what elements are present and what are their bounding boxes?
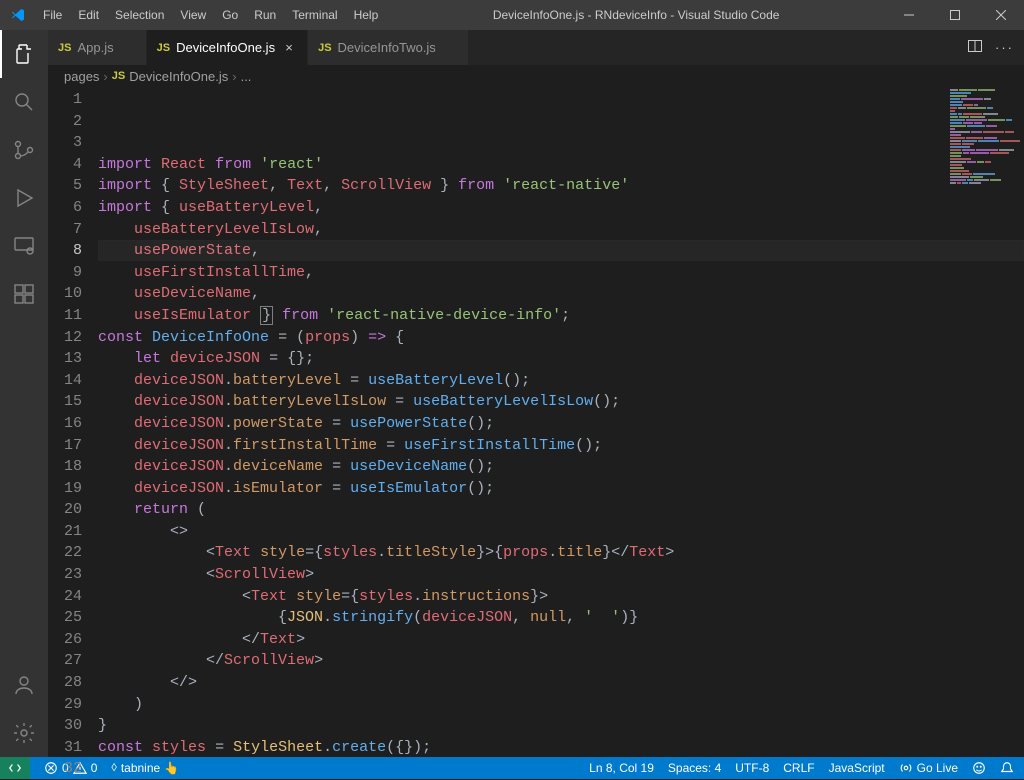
menu-go[interactable]: Go [214,0,246,30]
code-content[interactable]: import React from 'react'import { StyleS… [98,87,1024,757]
settings-gear-icon[interactable] [0,709,48,757]
cursor-position[interactable]: Ln 8, Col 19 [589,761,654,775]
code-line[interactable]: deviceJSON.batteryLevel = useBatteryLeve… [98,370,1024,392]
breadcrumb-file[interactable]: DeviceInfoOne.js [129,69,228,84]
js-file-icon: JS [112,70,125,82]
code-line[interactable]: deviceJSON.deviceName = useDeviceName(); [98,456,1024,478]
code-line[interactable]: deviceJSON.powerState = usePowerState(); [98,413,1024,435]
code-line[interactable]: <Text style={styles.instructions}> [98,586,1024,608]
code-line[interactable]: <ScrollView> [98,564,1024,586]
minimize-button[interactable] [886,0,932,30]
vscode-logo-icon [0,7,35,23]
titlebar: FileEditSelectionViewGoRunTerminalHelp D… [0,0,1024,30]
code-line[interactable]: import { StyleSheet, Text, ScrollView } … [98,175,1024,197]
menu-help[interactable]: Help [346,0,387,30]
breadcrumbs[interactable]: pages › JS DeviceInfoOne.js › ... [48,65,1024,87]
split-editor-icon[interactable] [967,38,983,57]
tab-label: DeviceInfoTwo.js [338,40,436,55]
cursor: } [260,306,273,325]
close-button[interactable] [978,0,1024,30]
code-line[interactable]: </ScrollView> [98,650,1024,672]
main-menu[interactable]: FileEditSelectionViewGoRunTerminalHelp [35,0,386,30]
notifications-icon[interactable] [1000,761,1014,775]
encoding-status[interactable]: UTF-8 [735,761,769,775]
menu-edit[interactable]: Edit [70,0,107,30]
code-line[interactable]: useBatteryLevelIsLow, [98,219,1024,241]
code-line[interactable]: deviceJSON.isEmulator = useIsEmulator(); [98,478,1024,500]
code-line[interactable]: <Text style={styles.titleStyle}>{props.t… [98,542,1024,564]
code-line[interactable]: <> [98,521,1024,543]
maximize-button[interactable] [932,0,978,30]
code-line[interactable]: deviceJSON.firstInstallTime = useFirstIn… [98,435,1024,457]
window-title: DeviceInfoOne.js - RNdeviceInfo - Visual… [386,8,886,22]
feedback-icon[interactable] [972,761,986,775]
eol-status[interactable]: CRLF [783,761,814,775]
tab-label: App.js [77,40,113,55]
tab-deviceinfotwo-js[interactable]: JSDeviceInfoTwo.js× [308,30,469,65]
warning-count: 0 [91,761,98,775]
code-line[interactable]: useDeviceName, [98,283,1024,305]
extensions-icon[interactable] [0,270,48,318]
code-line[interactable]: import React from 'react' [98,154,1024,176]
tabnine-status[interactable]: ◊ tabnine 👆 [111,761,179,775]
line-gutter: 1234567891011121314151617181920212223242… [48,87,98,757]
code-line[interactable]: {JSON.stringify(deviceJSON, null, ' ')} [98,607,1024,629]
code-line[interactable]: deviceJSON.batteryLevelIsLow = useBatter… [98,391,1024,413]
source-control-icon[interactable] [0,126,48,174]
remote-indicator[interactable] [0,757,30,779]
code-editor[interactable]: 1234567891011121314151617181920212223242… [48,87,1024,757]
code-line[interactable]: let deviceJSON = {}; [98,348,1024,370]
menu-selection[interactable]: Selection [107,0,172,30]
editor-area: JSApp.js×JSDeviceInfoOne.js×JSDeviceInfo… [48,30,1024,757]
status-bar: 0 0 ◊ tabnine 👆 Ln 8, Col 19 Spaces: 4 U… [0,757,1024,779]
minimap[interactable] [944,87,1024,227]
more-actions-icon[interactable]: ··· [995,40,1014,55]
breadcrumb-folder[interactable]: pages [64,69,99,84]
tab-label: DeviceInfoOne.js [176,40,275,55]
code-line[interactable]: ) [98,694,1024,716]
menu-run[interactable]: Run [246,0,284,30]
explorer-icon[interactable] [0,30,48,78]
code-line[interactable]: return ( [98,499,1024,521]
language-mode[interactable]: JavaScript [829,761,885,775]
editor-tabs: JSApp.js×JSDeviceInfoOne.js×JSDeviceInfo… [48,30,1024,65]
code-line[interactable]: const styles = StyleSheet.create({}); [98,737,1024,757]
run-debug-icon[interactable] [0,174,48,222]
tab-deviceinfoone-js[interactable]: JS DeviceInfoOne.js × [147,30,308,65]
code-line[interactable]: import { useBatteryLevel, [98,197,1024,219]
menu-view[interactable]: View [172,0,214,30]
code-line[interactable]: } [98,715,1024,737]
accounts-icon[interactable] [0,661,48,709]
code-line[interactable]: const DeviceInfoOne = (props) => { [98,327,1024,349]
search-icon[interactable] [0,78,48,126]
js-file-icon: JS [58,42,71,54]
remote-explorer-icon[interactable] [0,222,48,270]
activity-bar [0,30,48,757]
breadcrumb-symbol[interactable]: ... [241,69,252,84]
js-file-icon: JS [157,42,170,54]
indentation-status[interactable]: Spaces: 4 [668,761,721,775]
tab-app-js[interactable]: JSApp.js× [48,30,147,65]
code-line[interactable]: useIsEmulator } from 'react-native-devic… [98,305,1024,327]
js-file-icon: JS [318,42,331,54]
code-line[interactable]: </Text> [98,629,1024,651]
close-icon[interactable]: × [281,40,297,56]
current-line-highlight [98,240,1024,261]
menu-file[interactable]: File [35,0,70,30]
menu-terminal[interactable]: Terminal [284,0,345,30]
code-line[interactable]: useFirstInstallTime, [98,262,1024,284]
code-line[interactable]: </> [98,672,1024,694]
go-live-button[interactable]: Go Live [899,761,958,775]
